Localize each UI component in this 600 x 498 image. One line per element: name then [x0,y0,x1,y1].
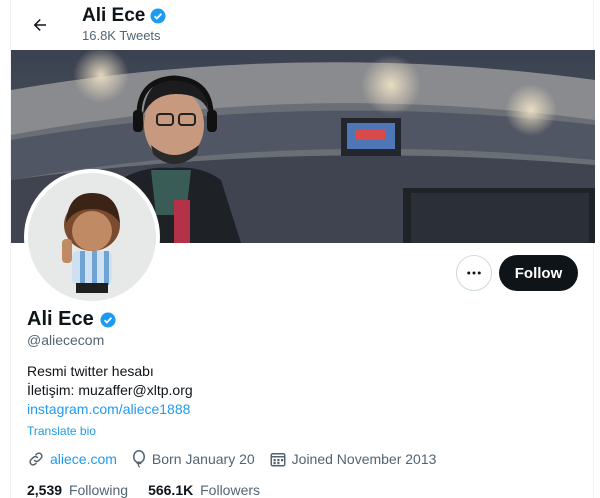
balloon-icon [132,450,145,468]
birthday-text: Born January 20 [151,451,255,467]
bio-line: İletişim: muzaffer@xltp.org [27,382,193,398]
profile-handle: @aliececom [27,332,105,348]
bio-line: Resmi twitter hesabı [27,363,154,379]
website-link[interactable]: aliece.com [50,451,117,467]
profile-column: Ali Ece 16.8K Tweets Follow Ali Ece @ali… [10,0,595,498]
avatar-image [28,173,156,301]
profile-name-row: Ali Ece [27,308,117,331]
verified-badge-icon[interactable] [99,311,117,329]
following-count: 2,539 [27,482,63,498]
followers-label: Followers [200,482,261,498]
calendar-icon [270,453,286,467]
back-arrow-icon [33,19,46,31]
website-item: aliece.com [27,450,117,468]
birthday-item: Born January 20 [131,450,255,468]
followers-stat[interactable]: 566.1K Followers [148,482,260,498]
following-stat[interactable]: 2,539 Following [27,482,128,498]
link-icon [29,452,43,466]
back-button[interactable] [25,10,55,40]
profile-name: Ali Ece [27,308,94,330]
joined-item: Joined November 2013 [269,450,437,468]
follow-stats: 2,539 Following 566.1K Followers [27,482,280,498]
follow-button[interactable]: Follow [499,255,578,291]
tweet-count: 16.8K Tweets [82,28,161,43]
avatar[interactable] [24,169,160,305]
joined-text: Joined November 2013 [291,451,437,467]
profile-bio: Resmi twitter hesabı İletişim: muzaffer@… [27,362,193,419]
verified-badge-icon [150,8,166,24]
bio-instagram-link[interactable]: instagram.com/aliece1888 [27,400,193,419]
more-options-button[interactable] [456,255,492,291]
header-name: Ali Ece [82,5,146,26]
following-label: Following [68,482,129,498]
followers-count: 566.1K [148,482,194,498]
header-title: Ali Ece [82,5,167,27]
profile-meta: aliece.com Born January 20 Joined Novemb… [27,450,450,468]
more-icon [467,271,481,275]
top-bar: Ali Ece 16.8K Tweets [11,0,595,50]
translate-bio-link[interactable]: Translate bio [27,424,96,438]
